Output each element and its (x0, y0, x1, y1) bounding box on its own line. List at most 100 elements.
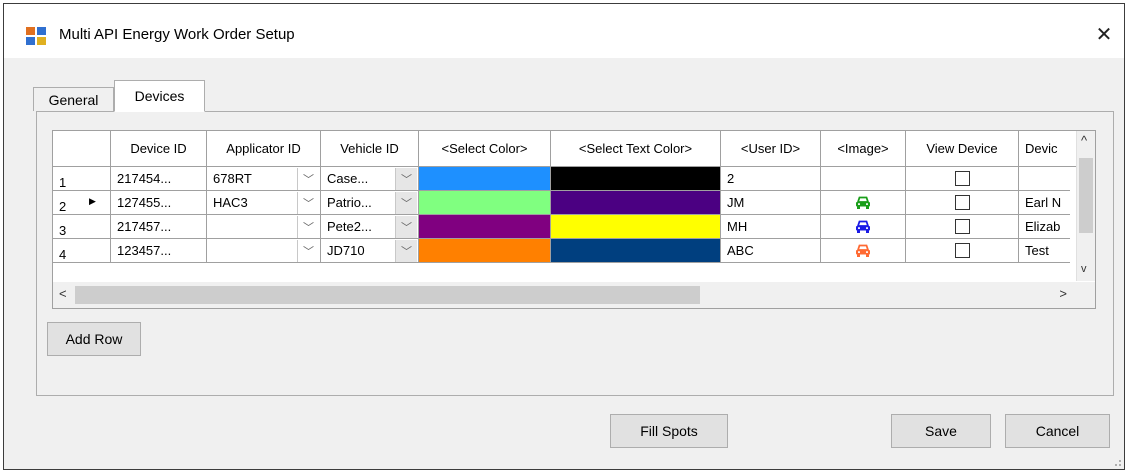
vehicle-id-cell-text: Pete2... (327, 219, 372, 234)
vertical-scroll-thumb[interactable] (1079, 158, 1093, 233)
applicator-id-cell[interactable]: HAC3 ﹀ (207, 191, 321, 215)
horizontal-scroll-thumb[interactable] (75, 286, 700, 304)
row-number: 4 (59, 247, 67, 262)
view-device-checkbox[interactable] (954, 171, 970, 186)
user-id-cell[interactable]: ABC (721, 239, 821, 263)
chevron-down-icon[interactable]: ﹀ (297, 216, 319, 238)
select-color-cell[interactable] (419, 167, 551, 191)
device-id-cell[interactable]: 123457... (111, 239, 207, 263)
scroll-down-icon[interactable]: v (1081, 263, 1087, 275)
user-id-cell[interactable]: 2 (721, 167, 821, 191)
user-id-cell-text: ABC (727, 243, 754, 258)
scroll-up-icon[interactable]: ^ (1081, 133, 1087, 148)
tab-general[interactable]: General (33, 87, 114, 111)
device-id-cell-text: 217457... (117, 219, 172, 234)
column-header[interactable]: Vehicle ID (321, 131, 419, 167)
chevron-down-icon[interactable]: ﹀ (395, 240, 417, 262)
window-title: Multi API Energy Work Order Setup (59, 26, 295, 43)
resize-grip-icon[interactable] (1112, 457, 1122, 467)
device-cell[interactable]: Earl N (1019, 191, 1070, 215)
device-id-cell[interactable]: 217457... (111, 215, 207, 239)
applicator-id-cell[interactable]: 678RT ﹀ (207, 167, 321, 191)
vehicle-id-cell-text: Case... (327, 171, 369, 186)
cancel-button[interactable]: Cancel (1005, 414, 1110, 448)
device-id-cell[interactable]: 127455... (111, 191, 207, 215)
vehicle-id-cell[interactable]: Pete2... ﹀ (321, 215, 419, 239)
vehicle-id-cell-text: Patrio... (327, 195, 372, 210)
car-icon (856, 196, 870, 209)
close-button[interactable]: ✕ (1084, 16, 1124, 52)
color-swatch (551, 239, 720, 262)
image-cell[interactable] (821, 167, 906, 191)
select-text-color-cell[interactable] (551, 191, 721, 215)
view-device-cell (906, 191, 1019, 215)
chevron-down-icon[interactable]: ﹀ (395, 216, 417, 238)
select-text-color-cell[interactable] (551, 215, 721, 239)
view-device-cell (906, 215, 1019, 239)
column-header[interactable]: <User ID> (721, 131, 821, 167)
fill-spots-button[interactable]: Fill Spots (610, 414, 728, 448)
scroll-left-icon[interactable]: < (59, 286, 67, 301)
current-row-indicator-icon: ▶ (89, 196, 96, 206)
horizontal-scrollbar[interactable]: < > (53, 282, 1095, 308)
add-row-button[interactable]: Add Row (47, 322, 141, 356)
column-header[interactable]: Device ID (111, 131, 207, 167)
device-id-cell[interactable]: 217454... (111, 167, 207, 191)
title-bar: Multi API Energy Work Order Setup ✕ (4, 4, 1124, 58)
user-id-cell-text: 2 (727, 171, 735, 186)
device-cell[interactable]: Elizab (1019, 215, 1070, 239)
chevron-down-icon[interactable]: ﹀ (395, 192, 417, 214)
select-text-color-cell[interactable] (551, 239, 721, 263)
view-device-checkbox[interactable] (954, 195, 970, 210)
view-device-checkbox[interactable] (954, 219, 970, 234)
select-color-cell[interactable] (419, 215, 551, 239)
row-header[interactable]: 2 ▶ (53, 191, 111, 215)
chevron-down-icon[interactable]: ﹀ (395, 168, 417, 190)
vehicle-id-cell[interactable]: Patrio... ﹀ (321, 191, 419, 215)
view-device-checkbox[interactable] (954, 243, 970, 258)
chevron-down-icon[interactable]: ﹀ (297, 192, 319, 214)
select-text-color-cell[interactable] (551, 167, 721, 191)
vehicle-id-cell[interactable]: Case... ﹀ (321, 167, 419, 191)
applicator-id-cell[interactable]: ﹀ (207, 215, 321, 239)
column-header[interactable]: View Device (906, 131, 1019, 167)
column-header[interactable]: <Image> (821, 131, 906, 167)
column-header[interactable]: Applicator ID (207, 131, 321, 167)
applicator-id-cell-text: 678RT (213, 171, 252, 186)
car-icon (856, 244, 870, 257)
column-header[interactable]: <Select Color> (419, 131, 551, 167)
applicator-id-cell[interactable]: ﹀ (207, 239, 321, 263)
column-header[interactable]: <Select Text Color> (551, 131, 721, 167)
row-number: 2 (59, 199, 67, 214)
chevron-down-icon[interactable]: ﹀ (297, 168, 319, 190)
chevron-down-icon[interactable]: ﹀ (297, 240, 319, 262)
scroll-right-icon[interactable]: > (1059, 286, 1067, 301)
device-cell[interactable]: Test (1019, 239, 1070, 263)
row-header[interactable]: 1 (53, 167, 111, 191)
color-swatch (419, 191, 550, 214)
row-header[interactable]: 3 (53, 215, 111, 239)
dialog-window: Multi API Energy Work Order Setup ✕ Gene… (3, 3, 1125, 470)
user-id-cell[interactable]: MH (721, 215, 821, 239)
select-color-cell[interactable] (419, 239, 551, 263)
color-swatch (419, 239, 550, 262)
tab-devices[interactable]: Devices (114, 80, 205, 112)
grid-corner-header (53, 131, 111, 167)
image-cell[interactable] (821, 191, 906, 215)
car-icon (856, 220, 870, 233)
row-header[interactable]: 4 (53, 239, 111, 263)
vehicle-id-cell-text: JD710 (327, 243, 365, 258)
view-device-cell (906, 167, 1019, 191)
device-id-cell-text: 123457... (117, 243, 172, 258)
device-id-cell-text: 217454... (117, 171, 172, 186)
vehicle-id-cell[interactable]: JD710 ﹀ (321, 239, 419, 263)
devices-grid[interactable]: Device ID Applicator ID Vehicle ID <Select … (52, 130, 1096, 309)
image-cell[interactable] (821, 215, 906, 239)
image-cell[interactable] (821, 239, 906, 263)
vertical-scrollbar[interactable]: ^ v (1076, 131, 1095, 281)
column-header[interactable]: Devic (1019, 131, 1079, 167)
save-button[interactable]: Save (891, 414, 991, 448)
user-id-cell[interactable]: JM (721, 191, 821, 215)
select-color-cell[interactable] (419, 191, 551, 215)
device-cell[interactable] (1019, 167, 1070, 191)
